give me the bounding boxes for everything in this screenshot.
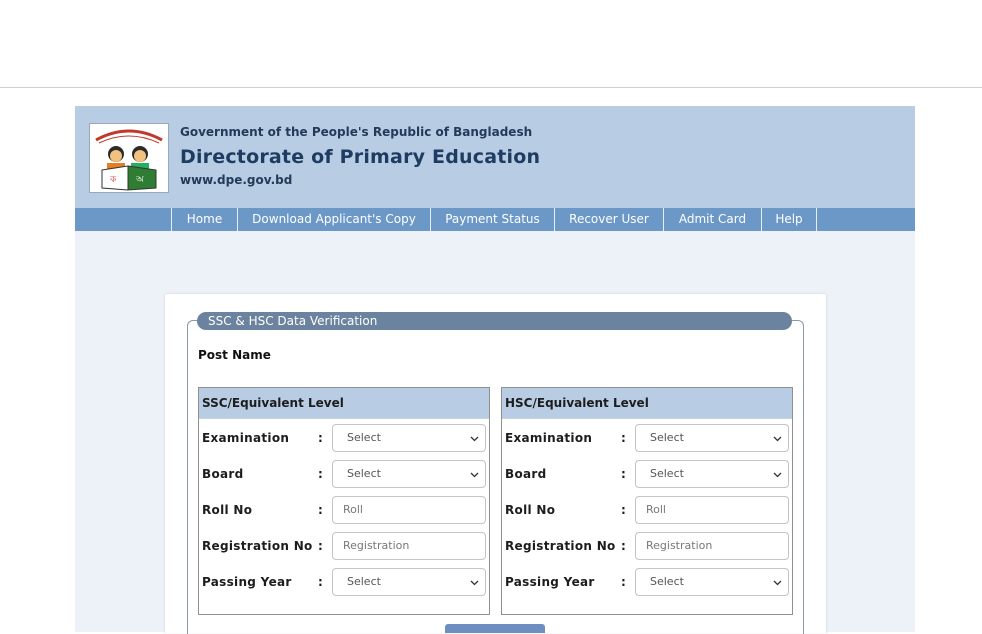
hsc-roll-input[interactable]: Roll bbox=[635, 496, 789, 524]
hsc-passing-year-value: Select bbox=[650, 575, 684, 588]
ssc-registration-placeholder: Registration bbox=[343, 539, 410, 552]
colon: : bbox=[318, 467, 323, 481]
ssc-board-row: Board : Select bbox=[199, 460, 489, 488]
ssc-registration-label: Registration No bbox=[202, 539, 313, 553]
ssc-passing-year-label: Passing Year bbox=[202, 575, 292, 589]
colon: : bbox=[621, 539, 626, 553]
hsc-examination-select[interactable]: Select bbox=[635, 424, 789, 452]
hsc-examination-label: Examination bbox=[505, 431, 593, 445]
government-text: Government of the People's Republic of B… bbox=[180, 125, 533, 139]
svg-text:অ: অ bbox=[135, 175, 144, 185]
ssc-panel: SSC/Equivalent Level Examination : Selec… bbox=[198, 387, 490, 615]
hsc-roll-label: Roll No bbox=[505, 503, 556, 517]
ssc-passing-year-select[interactable]: Select bbox=[332, 568, 486, 596]
nav-recover-user[interactable]: Recover User bbox=[554, 208, 663, 231]
ssc-passing-year-value: Select bbox=[347, 575, 381, 588]
ssc-panel-title: SSC/Equivalent Level bbox=[199, 388, 489, 419]
hsc-board-row: Board : Select bbox=[502, 460, 792, 488]
colon: : bbox=[318, 431, 323, 445]
chevron-down-icon bbox=[773, 580, 782, 586]
hsc-registration-row: Registration No : Registration bbox=[502, 532, 792, 560]
hsc-roll-row: Roll No : Roll bbox=[502, 496, 792, 524]
ssc-passing-year-row: Passing Year : Select bbox=[199, 568, 489, 596]
ssc-board-select[interactable]: Select bbox=[332, 460, 486, 488]
colon: : bbox=[318, 539, 323, 553]
ssc-roll-placeholder: Roll bbox=[343, 503, 363, 516]
ssc-registration-input[interactable]: Registration bbox=[332, 532, 486, 560]
hsc-examination-row: Examination : Select bbox=[502, 424, 792, 452]
ssc-registration-row: Registration No : Registration bbox=[199, 532, 489, 560]
nav-admit-card[interactable]: Admit Card bbox=[663, 208, 761, 231]
nav-download-applicant-copy[interactable]: Download Applicant's Copy bbox=[237, 208, 430, 231]
hsc-examination-value: Select bbox=[650, 431, 684, 444]
ssc-examination-value: Select bbox=[347, 431, 381, 444]
ssc-board-value: Select bbox=[347, 467, 381, 480]
hsc-registration-placeholder: Registration bbox=[646, 539, 713, 552]
hsc-passing-year-label: Passing Year bbox=[505, 575, 595, 589]
main-nav: Home Download Applicant's Copy Payment S… bbox=[75, 208, 915, 231]
hsc-passing-year-row: Passing Year : Select bbox=[502, 568, 792, 596]
hsc-roll-placeholder: Roll bbox=[646, 503, 666, 516]
hsc-board-label: Board bbox=[505, 467, 547, 481]
top-divider bbox=[0, 87, 982, 88]
form-legend: SSC & HSC Data Verification bbox=[197, 312, 792, 330]
hsc-panel: HSC/Equivalent Level Examination : Selec… bbox=[501, 387, 793, 615]
hsc-panel-title: HSC/Equivalent Level bbox=[502, 388, 792, 419]
hsc-board-value: Select bbox=[650, 467, 684, 480]
ssc-roll-input[interactable]: Roll bbox=[332, 496, 486, 524]
chevron-down-icon bbox=[470, 436, 479, 442]
ssc-roll-row: Roll No : Roll bbox=[199, 496, 489, 524]
verification-card: SSC & HSC Data Verification Post Name SS… bbox=[164, 293, 827, 634]
chevron-down-icon bbox=[470, 580, 479, 586]
dpe-logo: ক অ bbox=[89, 123, 169, 193]
svg-text:ক: ক bbox=[109, 175, 117, 185]
nav-help[interactable]: Help bbox=[761, 208, 817, 231]
nav-home[interactable]: Home bbox=[171, 208, 237, 231]
hsc-board-select[interactable]: Select bbox=[635, 460, 789, 488]
ssc-roll-label: Roll No bbox=[202, 503, 253, 517]
colon: : bbox=[318, 503, 323, 517]
post-name-label: Post Name bbox=[198, 348, 271, 362]
site-header: ক অ Government of the People's Republic … bbox=[75, 106, 915, 208]
nav-payment-status[interactable]: Payment Status bbox=[430, 208, 554, 231]
colon: : bbox=[318, 575, 323, 589]
hsc-registration-label: Registration No bbox=[505, 539, 616, 553]
ssc-examination-select[interactable]: Select bbox=[332, 424, 486, 452]
colon: : bbox=[621, 575, 626, 589]
ssc-board-label: Board bbox=[202, 467, 244, 481]
hsc-passing-year-select[interactable]: Select bbox=[635, 568, 789, 596]
chevron-down-icon bbox=[773, 436, 782, 442]
site-title: Directorate of Primary Education bbox=[180, 146, 541, 168]
ssc-examination-row: Examination : Select bbox=[199, 424, 489, 452]
colon: : bbox=[621, 503, 626, 517]
colon: : bbox=[621, 467, 626, 481]
page-container: ক অ Government of the People's Republic … bbox=[75, 106, 915, 634]
ssc-examination-label: Examination bbox=[202, 431, 290, 445]
chevron-down-icon bbox=[470, 472, 479, 478]
chevron-down-icon bbox=[773, 472, 782, 478]
hsc-registration-input[interactable]: Registration bbox=[635, 532, 789, 560]
colon: : bbox=[621, 431, 626, 445]
site-url: www.dpe.gov.bd bbox=[180, 173, 293, 187]
